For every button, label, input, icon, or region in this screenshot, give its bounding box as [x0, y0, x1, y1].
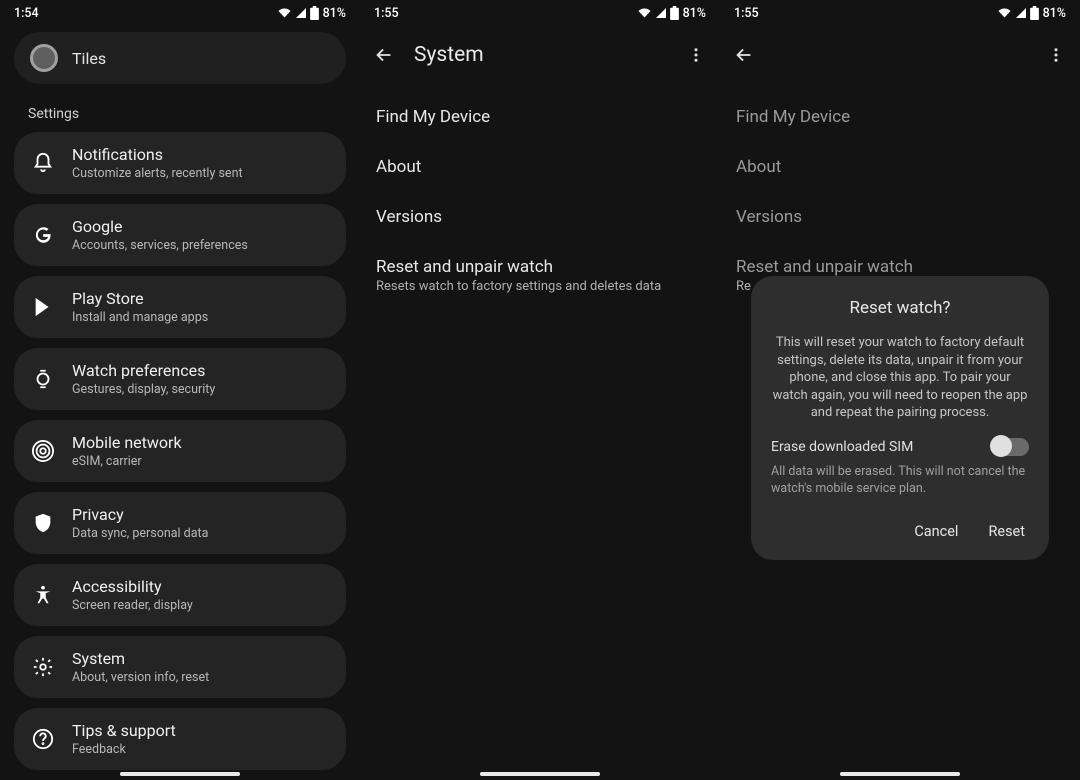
item-accessibility[interactable]: AccessibilityScreen reader, display [14, 564, 346, 626]
gear-icon [32, 656, 54, 678]
tiles-icon [30, 44, 58, 72]
wifi-icon [637, 7, 652, 19]
wifi-icon [277, 7, 292, 19]
nav-bar[interactable] [360, 772, 720, 776]
accessibility-icon [32, 584, 54, 606]
tiles-label: Tiles [72, 49, 106, 68]
item-google[interactable]: GoogleAccounts, services, preferences [14, 204, 346, 266]
battery-text: 81% [323, 6, 346, 21]
section-label: Settings [28, 106, 360, 122]
screen-3-dialog: 1:55 81% Find My Device About Versions R… [720, 0, 1080, 780]
battery-text: 81% [683, 6, 706, 21]
arrow-back-icon [373, 44, 395, 66]
signal-icon [294, 7, 308, 19]
more-vert-icon [687, 46, 705, 64]
row-find-my-device[interactable]: Find My Device [360, 92, 720, 142]
toggle-label: Erase downloaded SIM [771, 439, 913, 455]
shield-icon [32, 512, 54, 534]
dialog-actions: Cancel Reset [771, 517, 1029, 546]
more-button[interactable] [684, 46, 708, 64]
screen-2-system: 1:55 81% System Find My Device About Ver… [360, 0, 720, 780]
dialog-scrim[interactable]: Reset watch? This will reset your watch … [720, 0, 1080, 780]
dialog-note: All data will be erased. This will not c… [771, 464, 1029, 498]
status-icons: 81% [637, 6, 706, 21]
question-icon [32, 728, 54, 750]
battery-icon [310, 6, 319, 20]
dialog-body: This will reset your watch to factory de… [771, 334, 1029, 422]
item-watch-preferences[interactable]: Watch preferencesGestures, display, secu… [14, 348, 346, 410]
status-icons: 81% [277, 6, 346, 21]
item-play-store[interactable]: Play StoreInstall and manage apps [14, 276, 346, 338]
erase-sim-toggle-row: Erase downloaded SIM [771, 438, 1029, 456]
system-list: Find My Device About Versions Reset and … [360, 84, 720, 317]
tiles-row[interactable]: Tiles [14, 32, 346, 84]
network-icon [32, 440, 54, 462]
google-icon [32, 224, 54, 246]
nav-bar[interactable] [720, 772, 1080, 776]
item-mobile-network[interactable]: Mobile networkeSIM, carrier [14, 420, 346, 482]
battery-icon [670, 6, 679, 20]
item-system[interactable]: SystemAbout, version info, reset [14, 636, 346, 698]
back-button[interactable] [372, 43, 396, 67]
clock: 1:55 [374, 6, 399, 21]
dialog-title: Reset watch? [771, 298, 1029, 318]
item-tips-support[interactable]: Tips & supportFeedback [14, 708, 346, 770]
item-notifications[interactable]: NotificationsCustomize alerts, recently … [14, 132, 346, 194]
reset-button[interactable]: Reset [984, 517, 1029, 546]
app-bar: System [360, 26, 720, 84]
item-privacy[interactable]: PrivacyData sync, personal data [14, 492, 346, 554]
status-bar: 1:54 81% [0, 0, 360, 26]
cancel-button[interactable]: Cancel [910, 517, 962, 546]
row-versions[interactable]: Versions [360, 192, 720, 242]
reset-dialog: Reset watch? This will reset your watch … [751, 276, 1049, 560]
settings-list: NotificationsCustomize alerts, recently … [0, 132, 360, 770]
row-reset-unpair[interactable]: Reset and unpair watch Resets watch to f… [360, 242, 720, 309]
watch-icon [32, 368, 54, 390]
status-bar: 1:55 81% [360, 0, 720, 26]
row-about[interactable]: About [360, 142, 720, 192]
nav-bar[interactable] [0, 772, 360, 776]
screen-1-settings: 1:54 81% Tiles Settings NotificationsCus… [0, 0, 360, 780]
clock: 1:54 [14, 6, 39, 21]
signal-icon [654, 7, 668, 19]
bell-icon [32, 152, 54, 174]
play-store-icon [32, 296, 54, 318]
erase-sim-switch[interactable] [991, 438, 1029, 456]
page-title: System [414, 43, 666, 67]
